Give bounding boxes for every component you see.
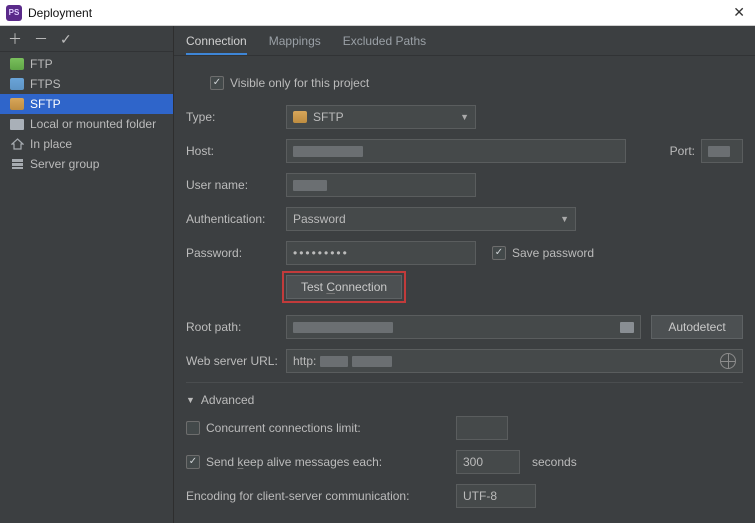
sidebar-item-sftp[interactable]: SFTP <box>0 94 173 114</box>
sidebar-item-ftps[interactable]: FTPS <box>0 74 173 94</box>
keepalive-label: Send keep alive messages each: <box>206 455 456 469</box>
host-label: Host: <box>186 144 286 158</box>
window-close-button[interactable]: ✕ <box>729 4 749 21</box>
rootpath-input[interactable] <box>286 315 641 339</box>
webserver-label: Web server URL: <box>186 354 286 368</box>
folder-icon <box>10 119 24 130</box>
advanced-section-header[interactable]: ▼ Advanced <box>186 393 743 407</box>
save-password-checkbox[interactable] <box>492 246 506 260</box>
sftp-icon <box>10 98 24 110</box>
chevron-down-icon: ▼ <box>560 214 569 224</box>
type-value: SFTP <box>313 110 344 124</box>
home-icon <box>10 138 24 150</box>
sidebar-item-inplace[interactable]: In place <box>0 134 173 154</box>
password-label: Password: <box>186 246 286 260</box>
encoding-value: UTF-8 <box>463 489 497 503</box>
separator <box>186 382 743 383</box>
browse-folder-icon[interactable] <box>620 322 634 333</box>
test-connection-label: Test Connection <box>301 280 387 294</box>
sidebar-item-label: FTP <box>30 57 53 71</box>
content-pane: Connection Mappings Excluded Paths Visib… <box>174 26 755 523</box>
rootpath-value-redacted <box>293 322 393 333</box>
sidebar-item-servergroup[interactable]: Server group <box>0 154 173 174</box>
auth-label: Authentication: <box>186 212 286 226</box>
visible-only-checkbox[interactable] <box>210 76 224 90</box>
ftps-icon <box>10 78 24 90</box>
deployment-sidebar: ＋ － ✓ FTP FTPS SFTP Local or mounted fol… <box>0 26 174 523</box>
concurrent-limit-label: Concurrent connections limit: <box>206 421 456 435</box>
tab-mappings[interactable]: Mappings <box>269 28 321 54</box>
window-title: Deployment <box>28 6 729 20</box>
rootpath-label: Root path: <box>186 320 286 334</box>
username-label: User name: <box>186 178 286 192</box>
keepalive-value: 300 <box>463 455 483 469</box>
sidebar-item-label: In place <box>30 137 72 151</box>
sidebar-item-local[interactable]: Local or mounted folder <box>0 114 173 134</box>
test-connection-button[interactable]: Test Connection <box>286 275 402 299</box>
tab-connection[interactable]: Connection <box>186 28 247 54</box>
password-value: ••••••••• <box>293 246 349 260</box>
webserver-url-input[interactable]: http: <box>286 349 743 373</box>
webserver-url-redacted-1 <box>320 356 348 367</box>
autodetect-label: Autodetect <box>668 320 725 334</box>
auth-value: Password <box>293 212 346 226</box>
encoding-input[interactable]: UTF-8 <box>456 484 536 508</box>
concurrent-limit-checkbox[interactable] <box>186 421 200 435</box>
chevron-down-icon: ▼ <box>460 112 469 122</box>
auth-select[interactable]: Password ▼ <box>286 207 576 231</box>
port-value-redacted <box>708 146 730 157</box>
sidebar-item-label: Server group <box>30 157 99 171</box>
tab-bar: Connection Mappings Excluded Paths <box>174 26 755 56</box>
keepalive-checkbox[interactable] <box>186 455 200 469</box>
globe-icon[interactable] <box>720 353 736 369</box>
sidebar-item-label: Local or mounted folder <box>30 117 156 131</box>
keepalive-interval-input[interactable]: 300 <box>456 450 520 474</box>
autodetect-button[interactable]: Autodetect <box>651 315 743 339</box>
sidebar-item-label: FTPS <box>30 77 61 91</box>
concurrent-limit-input[interactable] <box>456 416 508 440</box>
server-group-icon <box>10 158 24 170</box>
host-value-redacted <box>293 146 363 157</box>
webserver-url-prefix: http: <box>293 354 316 368</box>
collapse-triangle-icon: ▼ <box>186 395 195 405</box>
password-input[interactable]: ••••••••• <box>286 241 476 265</box>
remove-button[interactable]: － <box>34 32 48 46</box>
type-select[interactable]: SFTP ▼ <box>286 105 476 129</box>
app-icon: PS <box>6 5 22 21</box>
advanced-header-label: Advanced <box>201 393 254 407</box>
sftp-select-icon <box>293 111 307 123</box>
username-input[interactable] <box>286 173 476 197</box>
webserver-url-redacted-2 <box>352 356 392 367</box>
sidebar-item-ftp[interactable]: FTP <box>0 54 173 74</box>
sidebar-item-label: SFTP <box>30 97 61 111</box>
save-password-label: Save password <box>512 246 594 260</box>
add-button[interactable]: ＋ <box>8 32 22 46</box>
username-value-redacted <box>293 180 327 191</box>
visible-only-label: Visible only for this project <box>230 76 369 90</box>
keepalive-unit-label: seconds <box>532 455 577 469</box>
sidebar-toolbar: ＋ － ✓ <box>0 26 173 52</box>
encoding-label: Encoding for client-server communication… <box>186 489 456 503</box>
port-label: Port: <box>670 144 695 158</box>
type-label: Type: <box>186 110 286 124</box>
deployment-tree: FTP FTPS SFTP Local or mounted folder In… <box>0 52 173 174</box>
host-input[interactable] <box>286 139 626 163</box>
apply-button[interactable]: ✓ <box>60 32 72 46</box>
port-input[interactable] <box>701 139 743 163</box>
ftp-icon <box>10 58 24 70</box>
tab-excluded-paths[interactable]: Excluded Paths <box>343 28 426 54</box>
